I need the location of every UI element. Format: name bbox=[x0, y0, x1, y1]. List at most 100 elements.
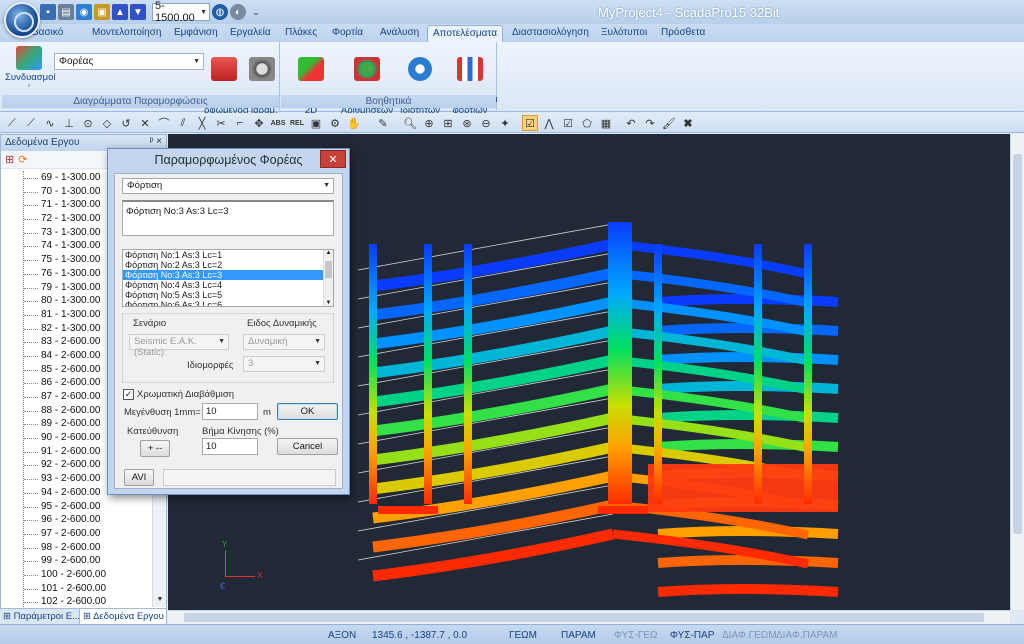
load-list-item[interactable]: Φόρτιση No:3 As:3 Lc=3 bbox=[123, 270, 333, 280]
tree-item[interactable]: 95 - 2-600.00 bbox=[1, 500, 151, 514]
tab-analysis[interactable]: Ανάλυση bbox=[380, 25, 419, 42]
viewport-vscroll-thumb[interactable] bbox=[1013, 154, 1022, 534]
scissors-icon[interactable]: ✂ bbox=[213, 115, 229, 131]
perpendicular-icon[interactable]: ⊥ bbox=[61, 115, 77, 131]
tab-addons[interactable]: Πρόσθετα bbox=[661, 25, 705, 42]
tab-results[interactable]: Αποτελέσματα bbox=[427, 25, 503, 42]
scroll-down-icon[interactable]: ▼ bbox=[324, 300, 333, 306]
refresh-icon[interactable]: ⟳ bbox=[18, 153, 27, 166]
status-diaf-param[interactable]: ΔΙΑΦ.ΠΑΡΑΜ bbox=[776, 630, 837, 641]
frame-icon[interactable]: ▣ bbox=[308, 115, 324, 131]
motion-step-input[interactable]: 10 bbox=[202, 438, 258, 455]
combinations-button[interactable]: Συνδυασμοί ′ bbox=[5, 46, 56, 94]
load-list-item[interactable]: Φόρτιση No:5 As:3 Lc=5 bbox=[123, 290, 333, 300]
polyline-icon[interactable]: ⟋ bbox=[23, 115, 39, 131]
tree-item[interactable]: 97 - 2-600.00 bbox=[1, 527, 151, 541]
redo-icon[interactable]: ↷ bbox=[642, 115, 658, 131]
ok-button[interactable]: OK bbox=[277, 403, 338, 420]
polygon-icon[interactable]: ⬠ bbox=[579, 115, 595, 131]
zoom-icon[interactable]: 🔍︎ bbox=[402, 115, 418, 131]
zoom-out-icon[interactable]: ⊖ bbox=[478, 115, 494, 131]
tab-tools[interactable]: Εργαλεία bbox=[230, 25, 271, 42]
result-type-select[interactable]: Φόρτιση ▼ bbox=[122, 178, 334, 194]
direction-button[interactable]: + -- bbox=[140, 440, 170, 457]
color-distribution-checkbox[interactable]: ✓ bbox=[123, 389, 134, 400]
panel-pin-close[interactable]: ᵖ × bbox=[150, 136, 162, 147]
load-list[interactable]: Φόρτιση No:1 As:3 Lc=1 Φόρτιση No:2 As:3 … bbox=[122, 249, 334, 307]
tab-project-data[interactable]: ⊞ Δεδομένα Εργου bbox=[80, 609, 167, 624]
dynamic-type-select[interactable]: Δυναμική ▼ bbox=[243, 334, 325, 350]
tab-slabs[interactable]: Πλάκες bbox=[285, 25, 317, 42]
close-button[interactable]: ✕ bbox=[320, 150, 346, 168]
tree-item[interactable]: 98 - 2-600.00 bbox=[1, 541, 151, 555]
pencil-icon[interactable]: ✎ bbox=[375, 115, 391, 131]
scroll-thumb[interactable] bbox=[325, 261, 332, 278]
tree-view-icon[interactable]: ⊞ bbox=[5, 153, 14, 166]
tab-parameters[interactable]: ⊞ Παράμετροι Ε... bbox=[0, 609, 80, 624]
view-3d-icon[interactable]: ⋀ bbox=[541, 115, 557, 131]
print-icon[interactable]: ▣ bbox=[94, 4, 110, 20]
zoom-in-icon[interactable]: ⊕ bbox=[421, 115, 437, 131]
load-list-item[interactable]: Φόρτιση No:4 As:3 Lc=4 bbox=[123, 280, 333, 290]
status-fys-geo[interactable]: ΦΥΣ-ΓΕΩ bbox=[614, 630, 658, 641]
modes-select[interactable]: 3 ▼ bbox=[243, 356, 325, 372]
up-arrow-icon[interactable]: ▲ bbox=[112, 4, 128, 20]
tab-modeling[interactable]: Μοντελοποίηση bbox=[92, 25, 161, 42]
snap-icon[interactable]: ⌐ bbox=[232, 115, 248, 131]
brush-icon[interactable]: 🖌︎ bbox=[661, 115, 677, 131]
parallel-icon[interactable]: ⫽ bbox=[175, 115, 191, 131]
down-arrow-icon[interactable]: ▼ bbox=[130, 4, 146, 20]
hand-icon[interactable]: ✋ bbox=[346, 115, 362, 131]
save-icon[interactable]: ▪ bbox=[40, 4, 56, 20]
abs-icon[interactable]: ABS bbox=[270, 115, 286, 131]
magnify-input[interactable]: 10 bbox=[202, 403, 258, 420]
structure-combo[interactable]: Φορέας ▼ bbox=[54, 53, 204, 70]
app-menu-button[interactable] bbox=[4, 2, 40, 38]
load-list-scrollbar[interactable]: ▲ ▼ bbox=[323, 250, 333, 306]
load-list-item[interactable]: Φόρτιση No:1 As:3 Lc=1 bbox=[123, 250, 333, 260]
scroll-up-icon[interactable]: ▲ bbox=[324, 250, 333, 256]
load-list-item[interactable]: Φόρτιση No:6 As:3 Lc=6 bbox=[123, 300, 333, 306]
circle-icon[interactable]: ⊙ bbox=[80, 115, 96, 131]
intersect-icon[interactable]: ✕ bbox=[137, 115, 153, 131]
tab-loads[interactable]: Φορτία bbox=[332, 25, 363, 42]
scale-combo[interactable]: 5-1500.00 ▼ bbox=[152, 0, 210, 24]
rel-icon[interactable]: REL bbox=[289, 115, 305, 131]
tab-formwork[interactable]: Ξυλότυποι bbox=[601, 25, 647, 42]
status-param[interactable]: ΠΑΡΑΜ bbox=[561, 630, 596, 641]
pan-icon[interactable]: ✦ bbox=[497, 115, 513, 131]
grid-icon[interactable]: ▦ bbox=[598, 115, 614, 131]
tree-item[interactable]: 100 - 2-600.00 bbox=[1, 568, 151, 582]
tangent-icon[interactable]: ⌒ bbox=[156, 115, 172, 131]
line-icon[interactable]: ⟋ bbox=[4, 115, 20, 131]
cross-icon[interactable]: ╳ bbox=[194, 115, 210, 131]
viewport-hscroll[interactable] bbox=[168, 610, 1010, 624]
open-icon[interactable]: ▤ bbox=[58, 4, 74, 20]
close-icon[interactable]: ✖ bbox=[680, 115, 696, 131]
tab-design[interactable]: Διαστασιολόγηση bbox=[512, 25, 589, 42]
tree-item[interactable]: 99 - 2-600.00 bbox=[1, 554, 151, 568]
rotate-icon[interactable]: ↺ bbox=[118, 115, 134, 131]
settings-icon[interactable]: ◐ bbox=[230, 4, 246, 20]
scenario-select[interactable]: Seismic E.A.K. (Static) ▼ bbox=[129, 334, 229, 358]
status-axon[interactable]: ΑΞΟΝ bbox=[328, 630, 356, 641]
tab-view[interactable]: Εμφάνιση bbox=[174, 25, 218, 42]
eye-icon[interactable]: ◉ bbox=[76, 4, 92, 20]
move-icon[interactable]: ✥ bbox=[251, 115, 267, 131]
undo-icon[interactable]: ↶ bbox=[623, 115, 639, 131]
diamond-icon[interactable]: ◇ bbox=[99, 115, 115, 131]
scroll-down-icon[interactable]: ▼ bbox=[153, 593, 167, 607]
zoom-all-icon[interactable]: ⊛ bbox=[459, 115, 475, 131]
zoom-window-icon[interactable]: ⊞ bbox=[440, 115, 456, 131]
avi-button[interactable]: AVI bbox=[124, 469, 154, 486]
load-list-item[interactable]: Φόρτιση No:2 As:3 Lc=2 bbox=[123, 260, 333, 270]
globe-icon[interactable]: ◍ bbox=[212, 4, 228, 20]
viewport-vscroll[interactable] bbox=[1010, 134, 1024, 610]
cancel-button[interactable]: Cancel bbox=[277, 438, 338, 455]
avi-path-field[interactable] bbox=[163, 469, 336, 486]
tree-item[interactable]: 101 - 2-600.00 bbox=[1, 582, 151, 596]
status-geom[interactable]: ΓΕΩΜ bbox=[509, 630, 537, 641]
viewport-hscroll-thumb[interactable] bbox=[184, 613, 984, 622]
select-icon[interactable]: ☑ bbox=[522, 115, 538, 131]
tree-item[interactable]: 96 - 2-600.00 bbox=[1, 513, 151, 527]
